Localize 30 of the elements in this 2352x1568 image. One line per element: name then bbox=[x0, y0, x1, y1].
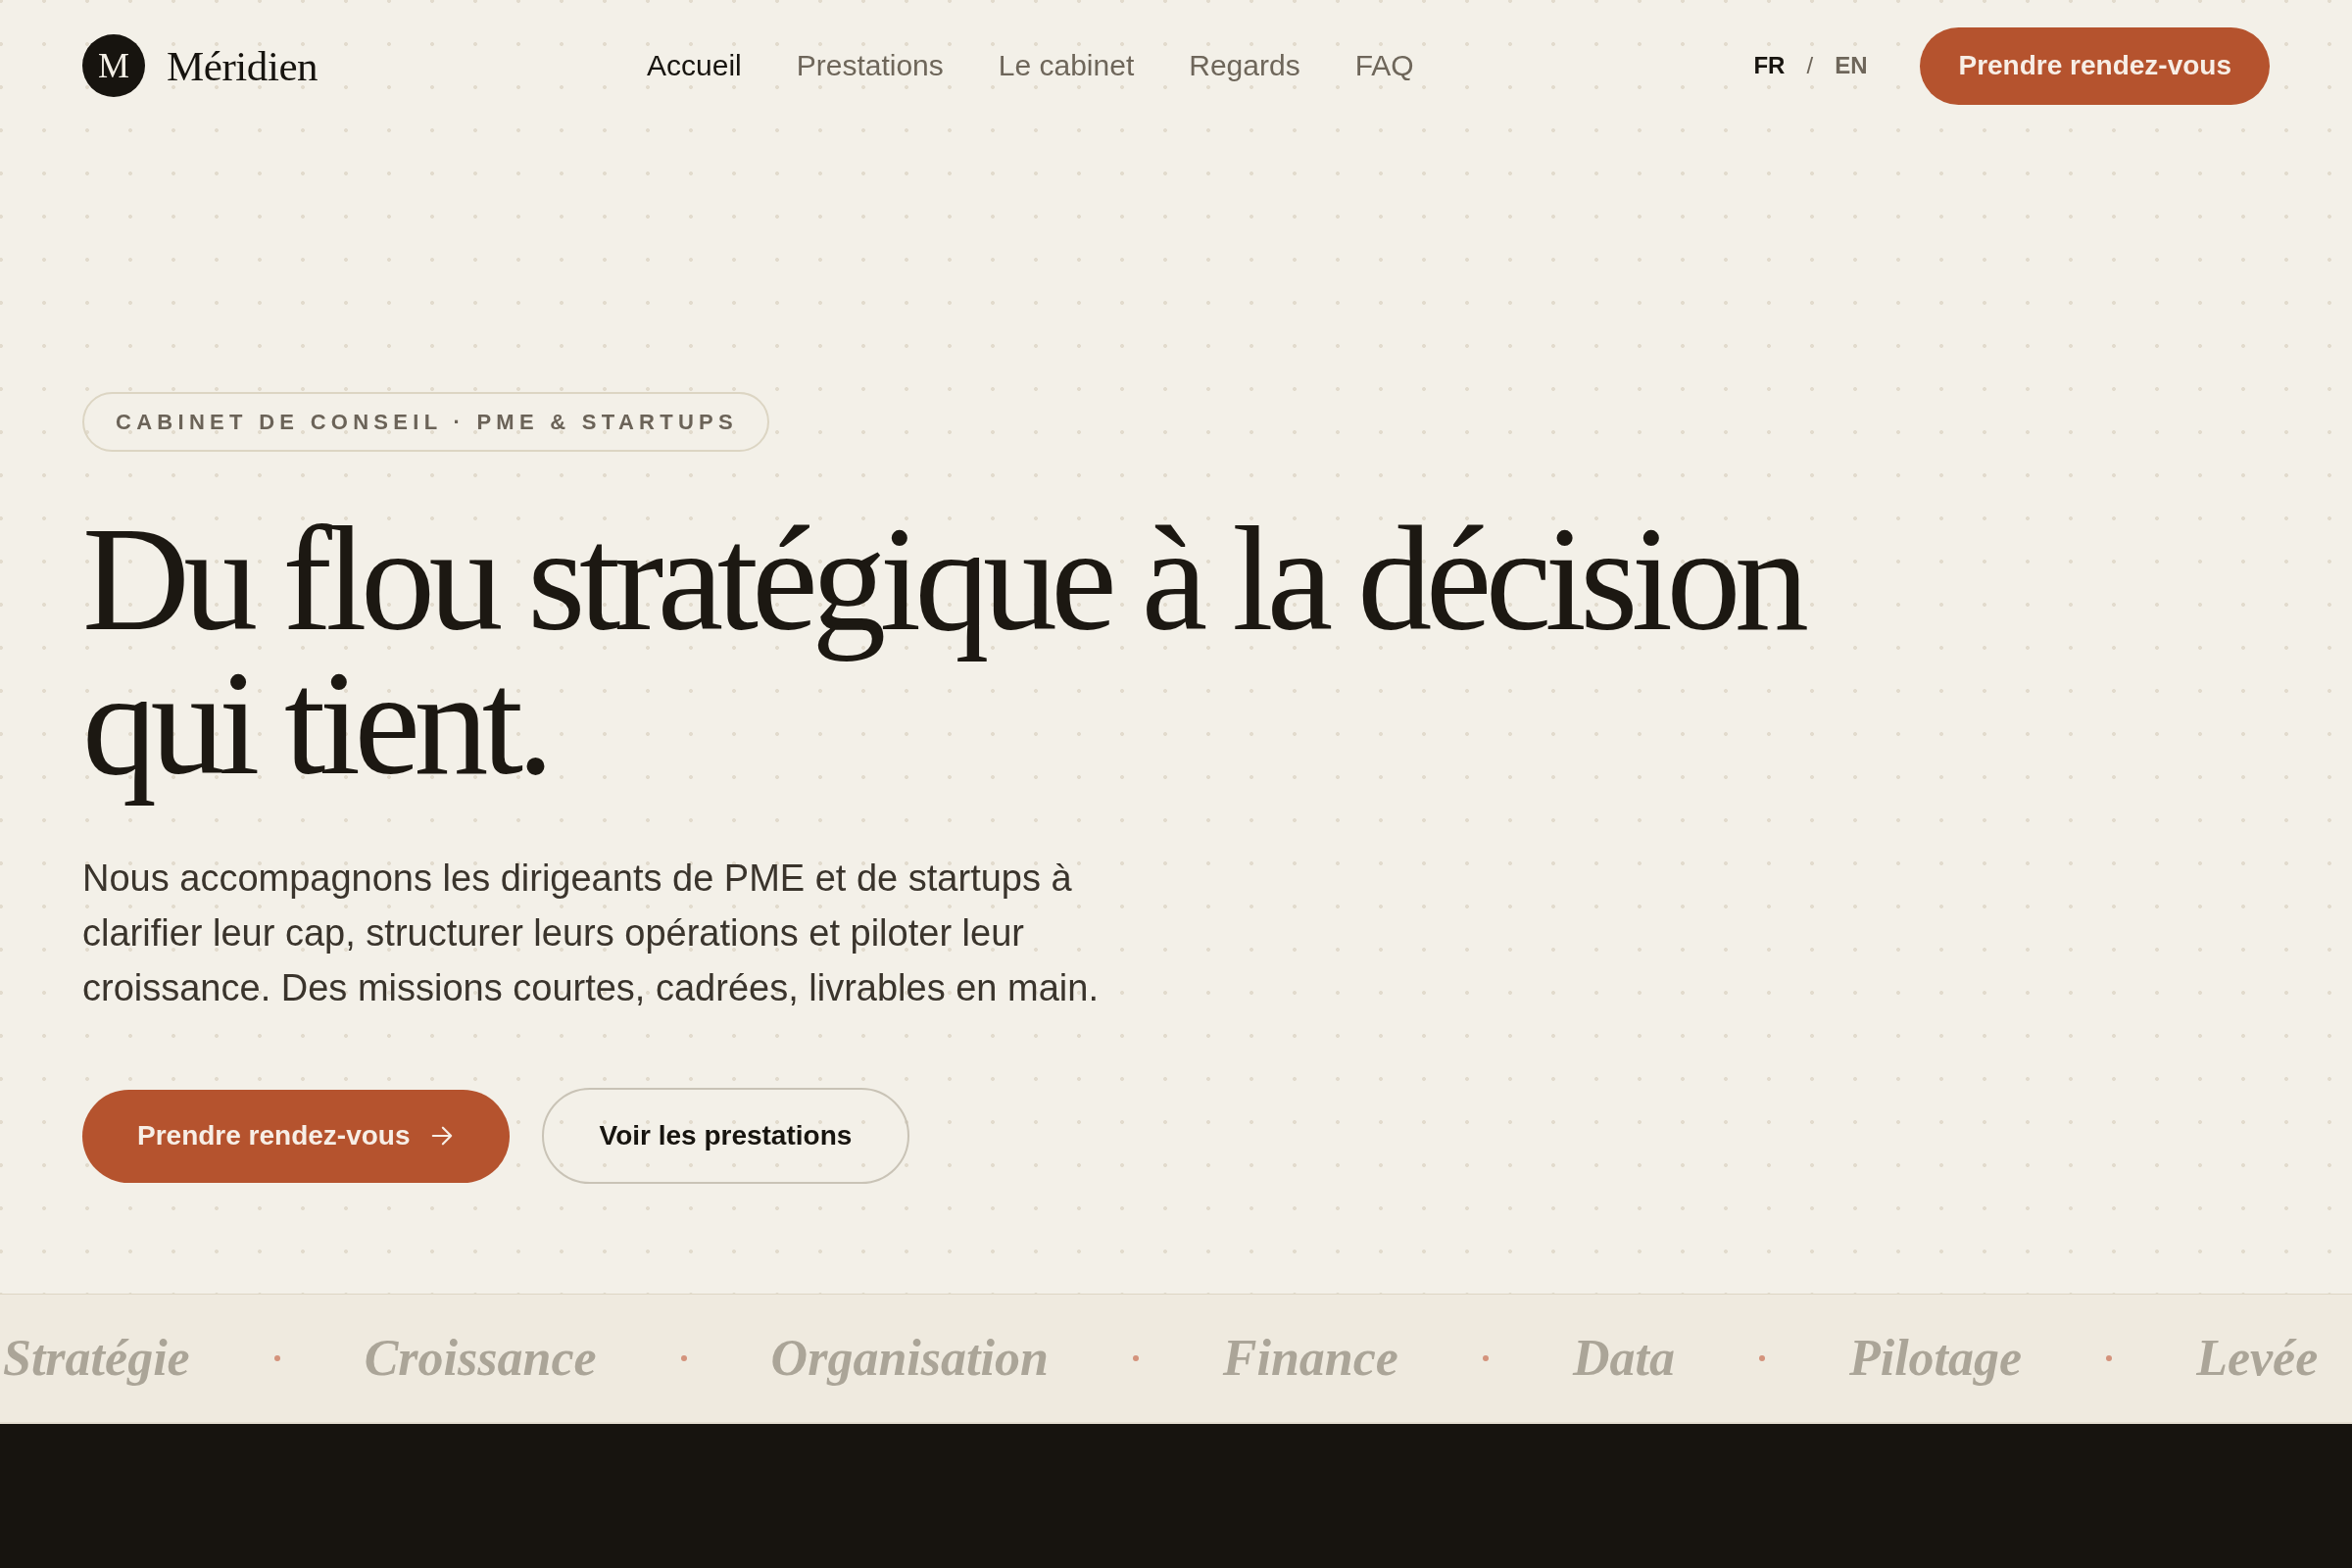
language-link[interactable]: FR bbox=[1753, 52, 1786, 79]
topic-label: Finance bbox=[1222, 1329, 1398, 1388]
dot-icon bbox=[680, 1355, 687, 1361]
language-separator: / bbox=[1806, 52, 1814, 79]
topic-label: Pilotage bbox=[1848, 1329, 2023, 1388]
nav-link[interactable]: Regards bbox=[1189, 49, 1300, 82]
dot-icon bbox=[2106, 1355, 2113, 1361]
topic-label: Croissance bbox=[364, 1329, 597, 1388]
dot-icon bbox=[1758, 1355, 1765, 1361]
topic-label: Stratégie bbox=[3, 1329, 190, 1388]
logo-mark[interactable]: M bbox=[82, 34, 145, 97]
services-button[interactable]: Voir les prestations bbox=[541, 1088, 910, 1184]
brand-name[interactable]: Méridien bbox=[167, 41, 318, 90]
topic-label: Data bbox=[1572, 1329, 1675, 1388]
nav-link[interactable]: Accueil bbox=[647, 49, 742, 82]
dot-icon bbox=[1132, 1355, 1139, 1361]
nav-link[interactable]: FAQ bbox=[1354, 49, 1414, 82]
hero-title: Du flou stratégique à la décision qui tient. bbox=[82, 508, 1804, 808]
dot-icon bbox=[273, 1355, 280, 1361]
topic-label: Levée bbox=[2196, 1329, 2319, 1388]
appointment-button[interactable]: Prendre rendez-vous bbox=[1920, 26, 2270, 105]
eyebrow-tag: CABINET DE CONSEIL · PME & STARTUPS bbox=[82, 392, 770, 452]
appointment-button[interactable]: Prendre rendez-vous bbox=[82, 1089, 510, 1183]
nav-link[interactable]: Prestations bbox=[796, 49, 944, 82]
language-link[interactable]: EN bbox=[1835, 52, 1868, 79]
dot-icon bbox=[1482, 1355, 1489, 1361]
topic-label: Organisation bbox=[770, 1329, 1049, 1388]
arrow-right-icon bbox=[430, 1125, 453, 1147]
nav-link[interactable]: Le cabinet bbox=[998, 49, 1135, 82]
hero-description: Nous accompagnons les dirigeants de PME et de startups à clarifier leur cap, structurer leurs opérations et piloter leur croissance. Des missions courtes, cadrées, livrables en main. bbox=[82, 857, 1100, 1010]
